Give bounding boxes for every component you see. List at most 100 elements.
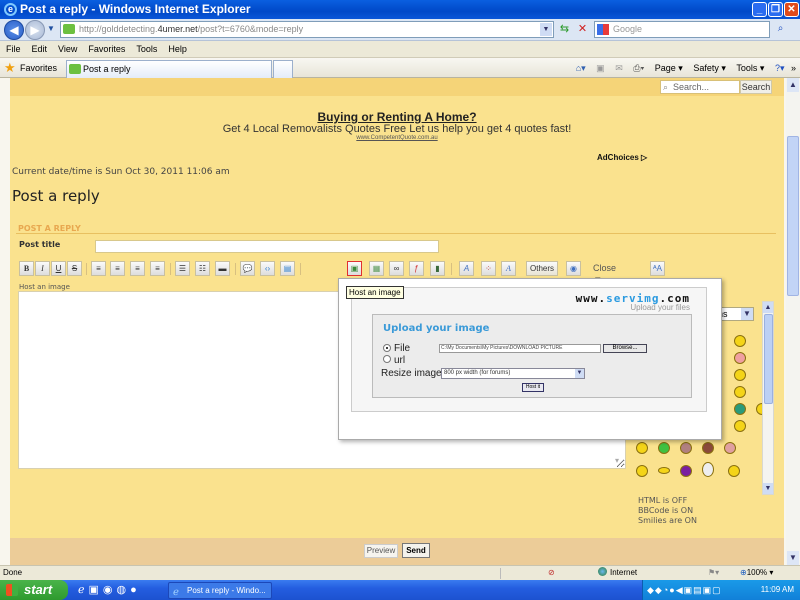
switch-editor-button[interactable]: ᴬA	[650, 261, 665, 276]
smiley-icon[interactable]	[636, 442, 648, 454]
scroll-down-icon[interactable]: ▼	[763, 483, 773, 494]
page-scrollbar[interactable]: ▲ ▼	[786, 78, 800, 565]
file-radio[interactable]	[383, 344, 391, 352]
smiley-icon[interactable]	[734, 369, 746, 381]
flash-button[interactable]: ƒ	[409, 261, 424, 276]
ad-title-link[interactable]: Buying or Renting A Home?	[10, 110, 784, 124]
help-button[interactable]: ◉	[566, 261, 581, 276]
taskbar-item-ie[interactable]: ℯ Post a reply - Windo...	[168, 582, 272, 599]
menu-tools[interactable]: Tools	[130, 41, 162, 57]
tray-icons[interactable]: ◆◆◔●◀▣▤▣▢	[647, 585, 722, 596]
safety-menu[interactable]: Safety ▾	[693, 60, 726, 76]
bold-button[interactable]: B	[19, 261, 34, 276]
print-icon[interactable]: ⎙▾	[633, 60, 644, 76]
page-menu[interactable]: Page ▾	[655, 60, 683, 76]
menu-edit[interactable]: Edit	[26, 41, 53, 57]
desktop-icon[interactable]: ▣	[89, 584, 103, 596]
feeds-icon[interactable]: ▣	[596, 60, 605, 76]
menu-help[interactable]: Help	[162, 41, 192, 57]
font-face-button[interactable]: A	[501, 261, 516, 276]
security-zone[interactable]: Internet	[598, 566, 637, 580]
textarea-scroll-down-icon[interactable]: ▾	[610, 456, 624, 468]
refresh-icon[interactable]: ⇆	[556, 21, 573, 38]
new-tab-button[interactable]	[273, 60, 293, 78]
minimize-button[interactable]: _	[752, 2, 767, 17]
scroll-up-icon[interactable]: ▲	[763, 302, 773, 313]
smiley-icon[interactable]	[734, 403, 746, 415]
menu-view[interactable]: View	[52, 41, 82, 57]
bullet-list-button[interactable]: ☰	[175, 261, 190, 276]
search-icon[interactable]: ⌕	[772, 21, 789, 38]
smilies-scrollbar[interactable]: ▲ ▼	[762, 301, 774, 495]
smiley-icon[interactable]	[658, 467, 670, 474]
preview-button[interactable]: Preview	[364, 544, 398, 558]
url-radio[interactable]	[383, 355, 391, 363]
quote-button[interactable]: 💬	[240, 261, 255, 276]
zoom-level[interactable]: ⊕100% ▾	[740, 566, 773, 580]
scroll-thumb[interactable]	[764, 314, 773, 404]
smiley-icon[interactable]	[734, 352, 746, 364]
adchoices-link[interactable]: AdChoices ▷	[597, 153, 647, 162]
help-icon[interactable]: ?▾	[775, 60, 785, 76]
host-image-button[interactable]: ▣	[347, 261, 362, 276]
forward-button[interactable]: ▶	[25, 20, 45, 40]
image-button[interactable]: ▦	[369, 261, 384, 276]
start-button[interactable]: start	[0, 580, 68, 600]
file-path-input[interactable]: C:\My Documents\My Pictures\DOWNLOAD PIC…	[439, 344, 601, 353]
others-button[interactable]: Others	[526, 261, 559, 276]
smiley-icon[interactable]	[680, 465, 692, 477]
send-button[interactable]: Send	[402, 543, 430, 558]
restore-button[interactable]: ❐	[768, 2, 783, 17]
numbered-list-button[interactable]: ☷	[195, 261, 210, 276]
smiley-icon[interactable]	[724, 442, 736, 454]
smiley-icon[interactable]	[702, 442, 714, 454]
home-icon[interactable]: ⌂▾	[576, 60, 586, 76]
spoiler-button[interactable]: ▤	[280, 261, 295, 276]
post-title-input[interactable]	[95, 240, 439, 253]
firefox-icon[interactable]: ●	[130, 584, 141, 596]
favorites-button[interactable]: ★ Favorites	[4, 60, 57, 76]
browse-button[interactable]: Browse...	[603, 344, 647, 353]
resize-select[interactable]: 800 px width (for forums) ▼	[441, 368, 585, 379]
font-color-button[interactable]: ⁘	[481, 261, 496, 276]
protected-mode-icon[interactable]: ⊘	[548, 566, 555, 580]
back-button[interactable]: ◀	[4, 20, 24, 40]
video-button[interactable]: ▮	[430, 261, 445, 276]
smiley-icon[interactable]	[702, 462, 714, 477]
close-tags-button[interactable]: Close Tags	[593, 262, 616, 286]
scroll-up-icon[interactable]: ▲	[787, 78, 799, 92]
underline-button[interactable]: U	[51, 261, 66, 276]
strike-button[interactable]: S	[67, 261, 82, 276]
smiley-icon[interactable]	[636, 465, 648, 477]
code-button[interactable]: ‹›	[260, 261, 275, 276]
align-left-button[interactable]: ≡	[91, 261, 106, 276]
media-icon[interactable]: ◉	[103, 584, 117, 596]
scroll-thumb[interactable]	[787, 136, 799, 296]
scroll-down-icon[interactable]: ▼	[787, 551, 799, 565]
tools-menu[interactable]: Tools ▾	[736, 60, 764, 76]
font-size-button[interactable]: A	[459, 261, 474, 276]
smiley-icon[interactable]	[728, 465, 740, 477]
tab-post-a-reply[interactable]: Post a reply	[66, 60, 272, 78]
more-icon[interactable]: »	[791, 60, 796, 76]
align-right-button[interactable]: ≡	[130, 261, 145, 276]
ie-launch-icon[interactable]: ℯ	[78, 584, 89, 596]
stop-icon[interactable]: ✕	[574, 21, 591, 38]
site-search-button[interactable]: Search	[740, 80, 772, 94]
close-button[interactable]: ✕	[784, 2, 799, 17]
menu-favorites[interactable]: Favorites	[82, 41, 130, 57]
history-dropdown-icon[interactable]: ▼	[47, 24, 55, 33]
smiley-icon[interactable]	[680, 442, 692, 454]
ad-url-link[interactable]: www.CompetentQuote.com.au	[10, 135, 784, 141]
smiley-icon[interactable]	[734, 420, 746, 432]
horizontal-rule-button[interactable]: ▬	[215, 261, 230, 276]
smiley-icon[interactable]	[734, 386, 746, 398]
mail-icon[interactable]: ✉	[615, 60, 623, 76]
smiley-icon[interactable]	[734, 335, 746, 347]
popup-blocker-icon[interactable]: ⚑▾	[708, 566, 719, 580]
justify-button[interactable]: ≡	[150, 261, 165, 276]
smiley-icon[interactable]	[658, 442, 670, 454]
address-input[interactable]: http://golddetecting.4umer.net/post?t=67…	[60, 21, 554, 38]
host-it-button[interactable]: Host it	[522, 383, 544, 392]
address-dropdown-icon[interactable]: ▼	[540, 23, 552, 36]
